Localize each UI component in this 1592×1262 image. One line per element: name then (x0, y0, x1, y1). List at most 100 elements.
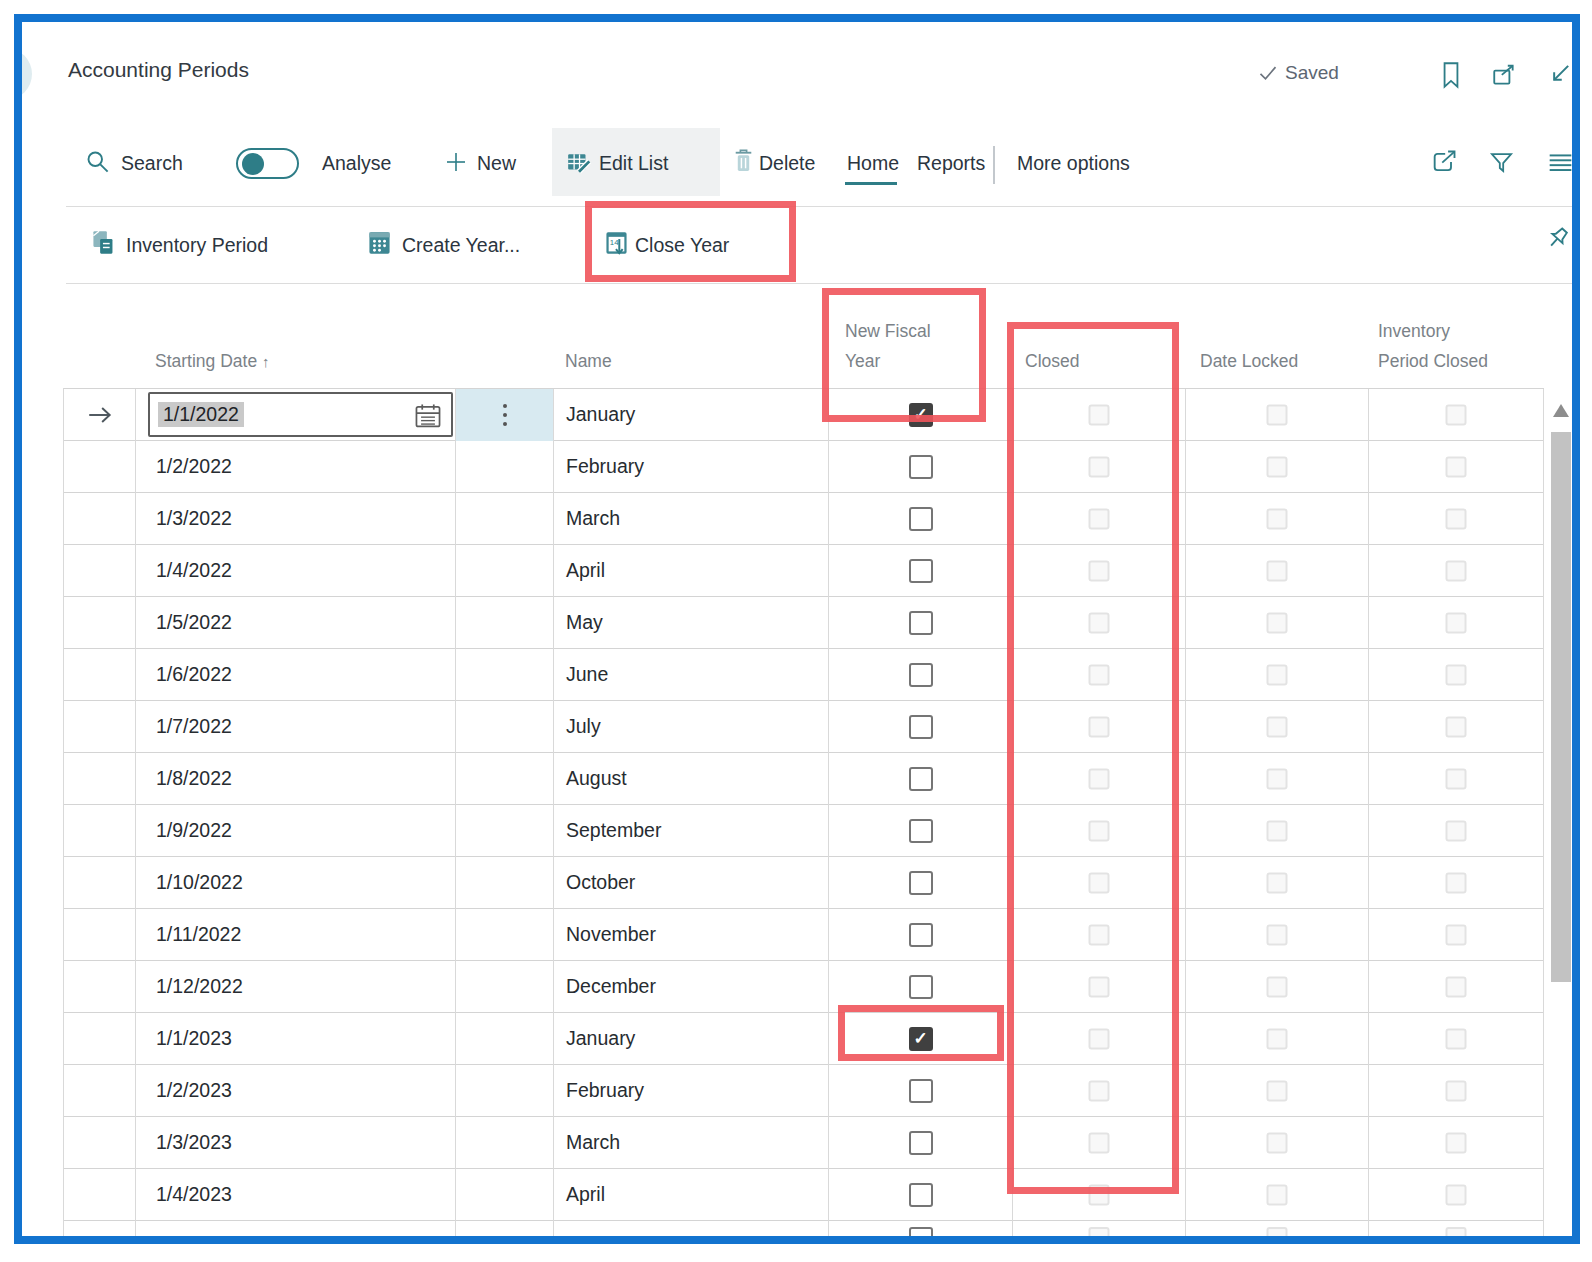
starting-date-cell[interactable]: 1/8/2022 1/8/2022 (136, 753, 456, 805)
new-fiscal-year-cell[interactable] (829, 1065, 1013, 1117)
table-row[interactable]: 1/11/2022 1/11/2022 November (64, 909, 1544, 961)
tab-home[interactable]: Home (847, 152, 899, 175)
row-options-cell[interactable] (456, 545, 554, 597)
table-row[interactable]: 1/2/2023 1/2/2023 February (64, 1065, 1544, 1117)
row-options-cell[interactable] (456, 909, 554, 961)
row-options-cell[interactable] (456, 493, 554, 545)
new-fiscal-year-checkbox[interactable] (909, 1131, 933, 1155)
new-fiscal-year-cell[interactable] (829, 597, 1013, 649)
name-cell[interactable]: March (554, 1117, 829, 1169)
new-fiscal-year-cell[interactable] (829, 701, 1013, 753)
new-fiscal-year-checkbox[interactable] (909, 819, 933, 843)
share-icon[interactable] (1430, 148, 1458, 176)
pin-icon[interactable] (1542, 224, 1572, 254)
table-row[interactable]: 1/10/2022 1/10/2022 October (64, 857, 1544, 909)
ellipsis-menu-icon[interactable] (503, 404, 507, 426)
row-selector-cell[interactable] (64, 1013, 136, 1065)
starting-date-cell[interactable]: 1/1/2022 1/1/2022 (136, 389, 456, 441)
new-fiscal-year-checkbox[interactable] (909, 611, 933, 635)
tab-reports[interactable]: Reports (917, 152, 985, 175)
name-cell[interactable]: February (554, 441, 829, 493)
collapse-arrow-icon[interactable] (1546, 60, 1574, 88)
name-cell[interactable]: July (554, 701, 829, 753)
new-fiscal-year-checkbox[interactable] (909, 1079, 933, 1103)
new-fiscal-year-checkbox[interactable] (909, 507, 933, 531)
row-selector-cell[interactable] (64, 857, 136, 909)
new-fiscal-year-checkbox[interactable] (909, 1183, 933, 1207)
row-options-cell[interactable] (456, 753, 554, 805)
new-fiscal-year-checkbox[interactable] (909, 715, 933, 739)
name-cell[interactable]: April (554, 1169, 829, 1221)
starting-date-cell[interactable]: 1/11/2022 1/11/2022 (136, 909, 456, 961)
starting-date-cell[interactable]: 1/10/2022 1/10/2022 (136, 857, 456, 909)
calendar-icon[interactable] (413, 402, 443, 430)
table-row[interactable]: 1/3/2022 1/3/2022 March (64, 493, 1544, 545)
row-selector-cell[interactable] (64, 1065, 136, 1117)
scrollbar-up-arrow[interactable] (1553, 404, 1569, 417)
name-cell[interactable]: November (554, 909, 829, 961)
row-selector-cell[interactable] (64, 753, 136, 805)
new-fiscal-year-cell[interactable] (829, 857, 1013, 909)
column-header-date-locked[interactable]: Date Locked (1200, 346, 1298, 376)
name-cell[interactable]: January (554, 389, 829, 441)
search-button[interactable]: Search (121, 152, 183, 175)
row-selector-cell[interactable] (64, 441, 136, 493)
table-row[interactable]: 1/4/2023 1/4/2023 April (64, 1169, 1544, 1221)
row-options-cell[interactable] (456, 701, 554, 753)
new-fiscal-year-cell[interactable] (829, 753, 1013, 805)
starting-date-cell[interactable]: 1/4/2022 1/4/2022 (136, 545, 456, 597)
starting-date-cell[interactable]: 1/6/2022 1/6/2022 (136, 649, 456, 701)
analyse-toggle[interactable] (236, 148, 299, 179)
row-selector-cell[interactable] (64, 1221, 136, 1238)
create-year-button[interactable]: Create Year... (402, 234, 520, 257)
table-row[interactable]: 1/2/2022 1/2/2022 February (64, 441, 1544, 493)
row-options-cell[interactable] (456, 805, 554, 857)
row-selector-cell[interactable] (64, 597, 136, 649)
table-row[interactable]: 1/4/2022 1/4/2022 April (64, 545, 1544, 597)
row-options-cell[interactable] (456, 597, 554, 649)
starting-date-cell[interactable]: 1/3/2022 1/3/2022 (136, 493, 456, 545)
table-row[interactable] (64, 1221, 1544, 1238)
column-header-inventory-period-closed[interactable]: Inventory Period Closed (1378, 316, 1488, 376)
name-cell[interactable]: December (554, 961, 829, 1013)
new-fiscal-year-cell[interactable] (829, 493, 1013, 545)
table-row[interactable]: 1/5/2022 1/5/2022 May (64, 597, 1544, 649)
starting-date-cell[interactable] (136, 1221, 456, 1238)
new-fiscal-year-checkbox[interactable] (909, 1227, 933, 1238)
row-options-cell[interactable] (456, 1117, 554, 1169)
starting-date-input[interactable]: 1/1/2022 (148, 392, 453, 437)
more-options-button[interactable]: More options (1017, 152, 1130, 175)
name-cell[interactable] (554, 1221, 829, 1238)
open-in-window-icon[interactable] (1490, 63, 1518, 89)
starting-date-cell[interactable]: 1/7/2022 1/7/2022 (136, 701, 456, 753)
new-fiscal-year-cell[interactable] (829, 1169, 1013, 1221)
table-row[interactable]: 1/9/2022 1/9/2022 September (64, 805, 1544, 857)
new-fiscal-year-cell[interactable] (829, 545, 1013, 597)
new-fiscal-year-cell[interactable] (829, 1117, 1013, 1169)
row-selector-cell[interactable] (64, 493, 136, 545)
filter-icon[interactable] (1488, 149, 1515, 176)
row-selector-cell[interactable] (64, 805, 136, 857)
name-cell[interactable]: August (554, 753, 829, 805)
new-fiscal-year-cell[interactable] (829, 649, 1013, 701)
row-options-cell[interactable] (456, 1221, 554, 1238)
starting-date-cell[interactable]: 1/2/2023 1/2/2023 (136, 1065, 456, 1117)
starting-date-cell[interactable]: 1/5/2022 1/5/2022 (136, 597, 456, 649)
row-selector-cell[interactable] (64, 649, 136, 701)
table-row[interactable]: 1/3/2023 1/3/2023 March (64, 1117, 1544, 1169)
starting-date-cell[interactable]: 1/12/2022 1/12/2022 (136, 961, 456, 1013)
table-row[interactable]: 1/8/2022 1/8/2022 August (64, 753, 1544, 805)
new-fiscal-year-checkbox[interactable] (909, 559, 933, 583)
new-fiscal-year-checkbox[interactable] (909, 663, 933, 687)
new-fiscal-year-cell[interactable] (829, 805, 1013, 857)
new-fiscal-year-checkbox[interactable] (909, 455, 933, 479)
name-cell[interactable]: September (554, 805, 829, 857)
row-selector-cell[interactable] (64, 909, 136, 961)
table-row[interactable]: 1/7/2022 1/7/2022 July (64, 701, 1544, 753)
row-options-cell[interactable] (456, 389, 554, 441)
name-cell[interactable]: February (554, 1065, 829, 1117)
starting-date-cell[interactable]: 1/1/2023 1/1/2023 (136, 1013, 456, 1065)
scrollbar-thumb[interactable] (1551, 432, 1571, 982)
table-row[interactable]: 1/1/2022 1/1/2022 January (64, 389, 1544, 441)
row-selector-cell[interactable] (64, 389, 136, 441)
